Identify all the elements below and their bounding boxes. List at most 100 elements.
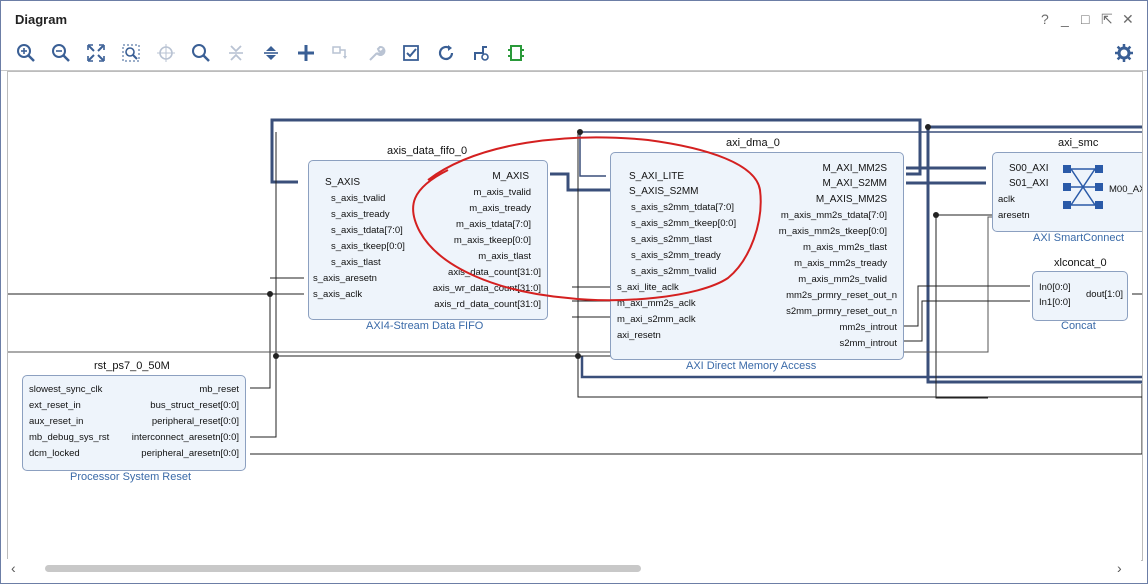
fifo-port-axis-wr-data-count[interactable]: axis_wr_data_count[31:0] bbox=[433, 283, 541, 294]
fifo-instance-name: axis_data_fifo_0 bbox=[387, 145, 468, 157]
wire-aresetn-smc[interactable] bbox=[935, 214, 992, 399]
fifo-port-s-axis-tkeep[interactable]: s_axis_tkeep[0:0] bbox=[331, 241, 405, 252]
dma-port-m-axis-mm2s-tready[interactable]: m_axis_mm2s_tready bbox=[794, 258, 887, 269]
rst-port-slowest-sync-clk[interactable]: slowest_sync_clk bbox=[29, 384, 102, 395]
fifo-port-m-axis-tdata[interactable]: m_axis_tdata[7:0] bbox=[456, 219, 531, 230]
dma-port-s-axis-s2mm-tlast[interactable]: s_axis_s2mm_tlast bbox=[631, 234, 712, 245]
dma-port-s-axi-lite[interactable]: S_AXI_LITE bbox=[629, 171, 684, 182]
dma-port-m-axi-mm2s[interactable]: M_AXI_MM2S bbox=[823, 163, 887, 174]
make-connection-icon[interactable] bbox=[330, 42, 352, 64]
dma-port-s-axis-s2mm-tkeep[interactable]: s_axis_s2mm_tkeep[0:0] bbox=[631, 218, 736, 229]
maximize-icon[interactable]: □ bbox=[1081, 12, 1089, 26]
fifo-port-s-axis[interactable]: S_AXIS bbox=[325, 177, 360, 188]
rst-port-aux-reset-in[interactable]: aux_reset_in bbox=[29, 416, 83, 427]
rst-port-mb-reset[interactable]: mb_reset bbox=[199, 384, 239, 395]
rst-port-interconnect-aresetn[interactable]: interconnect_aresetn[0:0] bbox=[132, 432, 239, 443]
zoom-out-icon[interactable] bbox=[50, 42, 72, 64]
collapse-all-icon[interactable] bbox=[225, 42, 247, 64]
fifo-port-s-axis-aresetn[interactable]: s_axis_aresetn bbox=[313, 273, 377, 284]
dma-port-m-axis-mm2s[interactable]: M_AXIS_MM2S bbox=[816, 194, 887, 205]
dma-port-s-axi-lite-aclk[interactable]: s_axi_lite_aclk bbox=[617, 282, 679, 293]
concat-port-dout[interactable]: dout[1:0] bbox=[1086, 289, 1123, 300]
axis-data-fifo-block[interactable]: S_AXIS s_axis_tvalid s_axis_tready s_axi… bbox=[308, 160, 548, 320]
scrollbar-thumb[interactable] bbox=[45, 565, 641, 572]
crossbar-icon bbox=[1063, 165, 1103, 209]
wire-peripheral-aresetn[interactable] bbox=[250, 384, 1142, 455]
dma-port-s-axis-s2mm-tvalid[interactable]: s_axis_s2mm_tvalid bbox=[631, 266, 717, 277]
smc-port-s00-axi[interactable]: S00_AXI bbox=[1009, 163, 1048, 174]
fifo-port-s-axis-tdata[interactable]: s_axis_tdata[7:0] bbox=[331, 225, 403, 236]
horizontal-scrollbar[interactable]: ‹ › bbox=[7, 559, 1141, 577]
dma-port-m-axis-mm2s-tdata[interactable]: m_axis_mm2s_tdata[7:0] bbox=[781, 210, 887, 221]
scroll-right-icon[interactable]: › bbox=[1117, 560, 1122, 576]
fifo-port-s-axis-tlast[interactable]: s_axis_tlast bbox=[331, 257, 381, 268]
dma-port-axi-resetn[interactable]: axi_resetn bbox=[617, 330, 661, 341]
smc-port-aresetn[interactable]: aresetn bbox=[998, 210, 1030, 221]
dma-ip-name: AXI Direct Memory Access bbox=[686, 360, 817, 372]
axi-smartconnect-block[interactable]: S00_AXI S01_AXI aclk aresetn M00_AXI bbox=[992, 152, 1142, 232]
zoom-in-icon[interactable] bbox=[15, 42, 37, 64]
fifo-port-axis-data-count[interactable]: axis_data_count[31:0] bbox=[448, 267, 541, 278]
fifo-port-s-axis-tvalid[interactable]: s_axis_tvalid bbox=[331, 193, 385, 204]
dma-port-mm2s-prmry-reset-out-n[interactable]: mm2s_prmry_reset_out_n bbox=[786, 290, 897, 301]
add-module-icon[interactable] bbox=[505, 42, 527, 64]
fifo-port-m-axis-tready[interactable]: m_axis_tready bbox=[469, 203, 531, 214]
rst-port-ext-reset-in[interactable]: ext_reset_in bbox=[29, 400, 81, 411]
wire-ps-reset[interactable] bbox=[8, 216, 1142, 353]
add-ip-icon[interactable] bbox=[295, 42, 317, 64]
dma-port-s2mm-introut[interactable]: s2mm_introut bbox=[839, 338, 897, 349]
dma-port-s2mm-prmry-reset-out-n[interactable]: s2mm_prmry_reset_out_n bbox=[786, 306, 897, 317]
dma-port-s-axis-s2mm-tdata[interactable]: s_axis_s2mm_tdata[7:0] bbox=[631, 202, 734, 213]
gear-icon[interactable] bbox=[1113, 42, 1135, 64]
minimize-icon[interactable]: _ bbox=[1061, 12, 1069, 26]
dma-port-s-axis-s2mm-tready[interactable]: s_axis_s2mm_tready bbox=[631, 250, 721, 261]
processor-system-reset-block[interactable]: slowest_sync_clk ext_reset_in aux_reset_… bbox=[22, 375, 246, 471]
wire-mm2s-introut[interactable] bbox=[904, 285, 1030, 327]
help-icon[interactable]: ? bbox=[1041, 12, 1049, 26]
dma-port-m-axis-mm2s-tkeep[interactable]: m_axis_mm2s_tkeep[0:0] bbox=[779, 226, 887, 237]
float-icon[interactable]: ⇱ bbox=[1101, 12, 1113, 26]
smc-instance-name: axi_smc bbox=[1058, 137, 1099, 149]
dma-port-mm2s-introut[interactable]: mm2s_introut bbox=[839, 322, 897, 333]
fifo-port-s-axis-aclk[interactable]: s_axis_aclk bbox=[313, 289, 362, 300]
zoom-fit-icon[interactable] bbox=[85, 42, 107, 64]
fifo-port-m-axis[interactable]: M_AXIS bbox=[492, 171, 529, 182]
scroll-left-icon[interactable]: ‹ bbox=[11, 560, 16, 576]
rst-port-peripheral-aresetn[interactable]: peripheral_aresetn[0:0] bbox=[141, 448, 239, 459]
properties-icon[interactable] bbox=[365, 42, 387, 64]
dma-port-m-axis-mm2s-tlast[interactable]: m_axis_mm2s_tlast bbox=[803, 242, 887, 253]
select-area-icon[interactable] bbox=[155, 42, 177, 64]
wire-clk-rst[interactable] bbox=[250, 294, 271, 389]
wire-s2mm-introut[interactable] bbox=[904, 300, 1030, 342]
smc-port-aclk[interactable]: aclk bbox=[998, 194, 1015, 205]
rst-port-bus-struct-reset[interactable]: bus_struct_reset[0:0] bbox=[150, 400, 239, 411]
wires-layer bbox=[8, 118, 1142, 455]
diagram-canvas[interactable]: axis_data_fifo_0 S_AXIS s_axis_tvalid s_… bbox=[7, 71, 1143, 561]
dma-port-m-axis-mm2s-tvalid[interactable]: m_axis_mm2s_tvalid bbox=[798, 274, 887, 285]
smc-port-m00-axi[interactable]: M00_AXI bbox=[1109, 184, 1142, 195]
fifo-port-m-axis-tvalid[interactable]: m_axis_tvalid bbox=[473, 187, 531, 198]
zoom-area-icon[interactable] bbox=[120, 42, 142, 64]
concat-port-in0[interactable]: In0[0:0] bbox=[1039, 282, 1071, 293]
axi-dma-block[interactable]: S_AXI_LITE S_AXIS_S2MM s_axis_s2mm_tdata… bbox=[610, 152, 904, 360]
rst-port-mb-debug-sys-rst[interactable]: mb_debug_sys_rst bbox=[29, 432, 109, 443]
fifo-port-s-axis-tready[interactable]: s_axis_tready bbox=[331, 209, 390, 220]
dma-port-m-axi-s2mm[interactable]: M_AXI_S2MM bbox=[823, 178, 887, 189]
regenerate-layout-icon[interactable] bbox=[435, 42, 457, 64]
validate-design-icon[interactable] bbox=[400, 42, 422, 64]
rst-port-dcm-locked[interactable]: dcm_locked bbox=[29, 448, 80, 459]
dma-port-s-axis-s2mm[interactable]: S_AXIS_S2MM bbox=[629, 186, 698, 197]
smc-port-s01-axi[interactable]: S01_AXI bbox=[1009, 178, 1048, 189]
rst-port-peripheral-reset[interactable]: peripheral_reset[0:0] bbox=[152, 416, 239, 427]
optimize-routing-icon[interactable] bbox=[470, 42, 492, 64]
fifo-port-axis-rd-data-count[interactable]: axis_rd_data_count[31:0] bbox=[434, 299, 541, 310]
dma-port-m-axi-s2mm-aclk[interactable]: m_axi_s2mm_aclk bbox=[617, 314, 696, 325]
fifo-port-m-axis-tlast[interactable]: m_axis_tlast bbox=[478, 251, 531, 262]
dma-port-m-axi-mm2s-aclk[interactable]: m_axi_mm2s_aclk bbox=[617, 298, 696, 309]
close-icon[interactable]: ✕ bbox=[1122, 12, 1134, 26]
fifo-port-m-axis-tkeep[interactable]: m_axis_tkeep[0:0] bbox=[454, 235, 531, 246]
xlconcat-block[interactable]: In0[0:0] In1[0:0] dout[1:0] bbox=[1032, 271, 1128, 321]
concat-port-in1[interactable]: In1[0:0] bbox=[1039, 297, 1071, 308]
search-icon[interactable] bbox=[190, 42, 212, 64]
expand-all-icon[interactable] bbox=[260, 42, 282, 64]
